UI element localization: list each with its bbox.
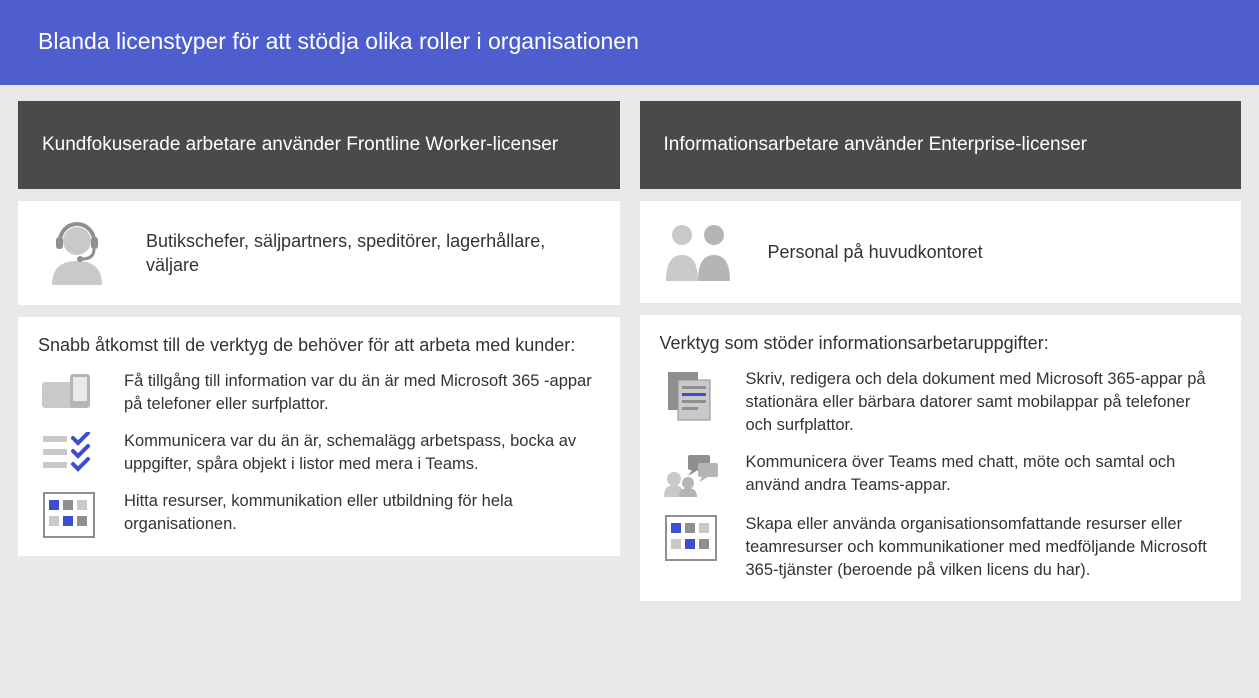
enterprise-features-card: Verktyg som stöder informationsarbetarup… xyxy=(640,315,1242,601)
frontline-persona-card: Butikschefer, säljpartners, speditörer, … xyxy=(18,201,620,305)
devices-icon xyxy=(38,370,100,416)
enterprise-persona-text: Personal på huvudkontoret xyxy=(768,240,983,264)
page-title-banner: Blanda licenstyper för att stödja olika … xyxy=(0,0,1259,85)
enterprise-feature-3: Skapa eller använda organisationsomfatta… xyxy=(746,513,1218,582)
feature-row: Kommunicera över Teams med chatt, möte o… xyxy=(660,451,1218,499)
columns: Kundfokuserade arbetare använder Frontli… xyxy=(0,85,1259,619)
feature-row: Få tillgång till information var du än ä… xyxy=(38,370,596,416)
frontline-feature-1: Få tillgång till information var du än ä… xyxy=(124,370,596,416)
frontline-title: Kundfokuserade arbetare använder Frontli… xyxy=(42,132,558,158)
feature-row: Skapa eller använda organisationsomfatta… xyxy=(660,513,1218,582)
page-title: Blanda licenstyper för att stödja olika … xyxy=(38,28,639,54)
frontline-feature-3: Hitta resurser, kommunikation eller utbi… xyxy=(124,490,596,536)
column-frontline: Kundfokuserade arbetare använder Frontli… xyxy=(18,101,620,601)
frontline-lead: Snabb åtkomst till de verktyg de behöver… xyxy=(38,335,596,356)
calendar-grid-icon xyxy=(660,513,722,561)
documents-icon xyxy=(660,368,722,422)
enterprise-persona-card: Personal på huvudkontoret xyxy=(640,201,1242,303)
feature-row: Skriv, redigera och dela dokument med Mi… xyxy=(660,368,1218,437)
feature-row: Kommunicera var du än är, schemalägg arb… xyxy=(38,430,596,476)
enterprise-header: Informationsarbetare använder Enterprise… xyxy=(640,101,1242,189)
checklist-icon xyxy=(38,430,100,474)
enterprise-lead: Verktyg som stöder informationsarbetarup… xyxy=(660,333,1218,354)
chat-people-icon xyxy=(660,451,722,499)
enterprise-title: Informationsarbetare använder Enterprise… xyxy=(664,132,1088,158)
people-icon xyxy=(660,219,738,285)
frontline-header: Kundfokuserade arbetare använder Frontli… xyxy=(18,101,620,189)
enterprise-feature-1: Skriv, redigera och dela dokument med Mi… xyxy=(746,368,1218,437)
column-enterprise: Informationsarbetare använder Enterprise… xyxy=(640,101,1242,601)
headset-person-icon xyxy=(38,219,116,287)
feature-row: Hitta resurser, kommunikation eller utbi… xyxy=(38,490,596,538)
frontline-persona-text: Butikschefer, säljpartners, speditörer, … xyxy=(146,229,596,278)
frontline-feature-2: Kommunicera var du än är, schemalägg arb… xyxy=(124,430,596,476)
calendar-grid-icon xyxy=(38,490,100,538)
frontline-features-card: Snabb åtkomst till de verktyg de behöver… xyxy=(18,317,620,556)
enterprise-feature-2: Kommunicera över Teams med chatt, möte o… xyxy=(746,451,1218,497)
